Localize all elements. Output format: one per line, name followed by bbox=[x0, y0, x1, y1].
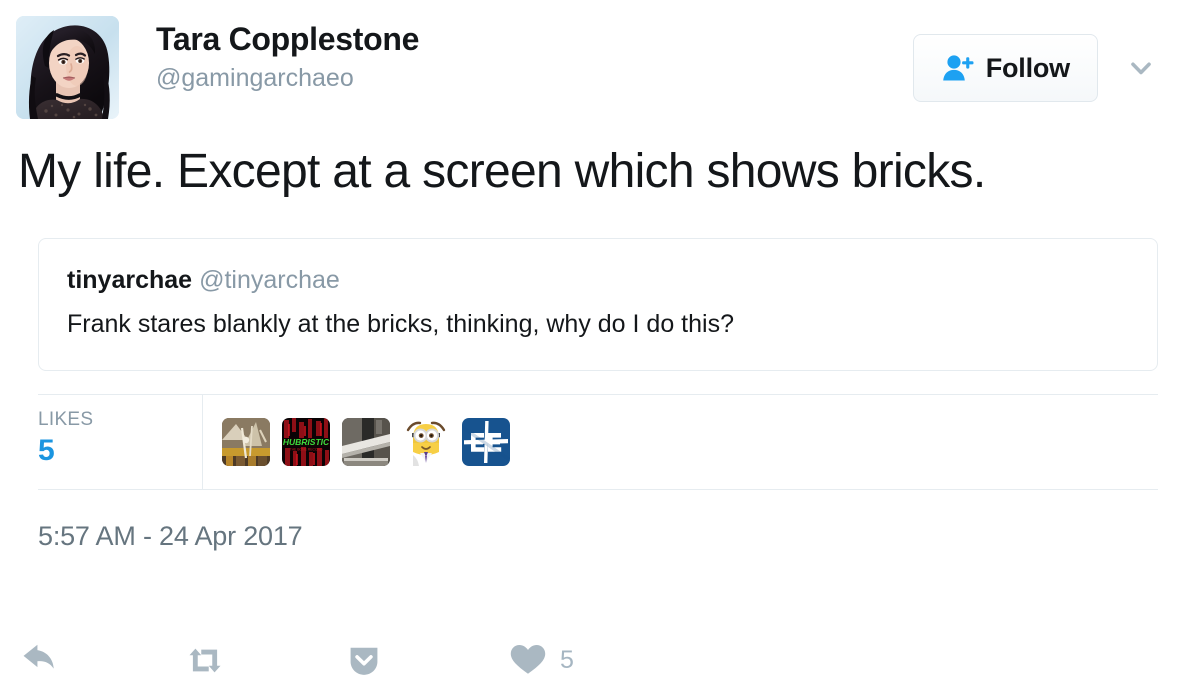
quoted-tweet-text: Frank stares blankly at the bricks, thin… bbox=[67, 309, 734, 338]
liker-avatar-hubristic[interactable]: HUBRISTIC THE BONE RECORD bbox=[282, 418, 330, 467]
person-plus-icon bbox=[942, 55, 974, 81]
avatar[interactable] bbox=[16, 16, 119, 119]
liker-avatar-ee-logo[interactable] bbox=[462, 418, 510, 467]
quoted-display-name: tinyarchae bbox=[67, 265, 193, 294]
likes-summary[interactable]: LIKES 5 bbox=[38, 395, 203, 490]
tweet-header: Tara Copplestone @gamingarchaeo Follow bbox=[16, 0, 1186, 130]
chevron-down-icon bbox=[1131, 62, 1151, 75]
more-button[interactable] bbox=[345, 634, 383, 686]
quoted-tweet-header: tinyarchae @tinyarchae bbox=[67, 265, 1129, 295]
tweet-text: My life. Except at a screen which shows … bbox=[18, 145, 986, 198]
like-count: 5 bbox=[560, 645, 574, 674]
tweet-action-bar: 5 bbox=[22, 634, 622, 686]
liker-avatar-excavation-image bbox=[222, 418, 270, 467]
liker-avatar-greyscale-object[interactable] bbox=[342, 418, 390, 467]
tweet-more-caret[interactable] bbox=[1114, 41, 1168, 95]
reply-button[interactable] bbox=[22, 634, 60, 686]
liker-avatars: HUBRISTIC THE BONE RECORD bbox=[203, 395, 510, 489]
author-handle[interactable]: @gamingarchaeo bbox=[156, 64, 419, 92]
quoted-tweet[interactable]: tinyarchae @tinyarchae Frank stares blank… bbox=[38, 237, 1158, 372]
follow-button-label: Follow bbox=[985, 52, 1070, 83]
follow-button[interactable]: Follow bbox=[912, 34, 1098, 102]
liker-avatar-excavation[interactable] bbox=[222, 418, 270, 467]
retweet-icon bbox=[189, 648, 221, 672]
liker-avatar-minion[interactable] bbox=[402, 418, 450, 467]
user-photo-avatar bbox=[16, 16, 119, 119]
like-button[interactable]: 5 bbox=[509, 634, 574, 686]
tweet-detail-card: Tara Copplestone @gamingarchaeo Follow M… bbox=[0, 0, 1202, 694]
shield-chevron-down-icon bbox=[350, 647, 378, 675]
likes-strip: LIKES 5 HUBRISTIC THE BONE RECORD bbox=[38, 394, 1158, 491]
author-display-name[interactable]: Tara Copplestone bbox=[156, 21, 419, 58]
retweet-button[interactable] bbox=[185, 634, 225, 686]
svg-text:THE BONE RECORD: THE BONE RECORD bbox=[290, 448, 324, 452]
header-actions: Follow bbox=[912, 34, 1168, 102]
quoted-handle: @tinyarchae bbox=[199, 265, 340, 294]
svg-text:HUBRISTIC: HUBRISTIC bbox=[283, 437, 330, 447]
liker-avatar-greyscale-object-image bbox=[342, 418, 390, 467]
author-name-block: Tara Copplestone @gamingarchaeo bbox=[156, 16, 419, 92]
liker-avatar-hubristic-image: HUBRISTIC THE BONE RECORD bbox=[282, 418, 330, 467]
liker-avatar-minion-image bbox=[402, 418, 450, 467]
heart-icon bbox=[510, 645, 546, 674]
likes-count: 5 bbox=[38, 434, 55, 468]
reply-arrow-icon bbox=[23, 644, 54, 669]
likes-label: LIKES bbox=[38, 409, 94, 431]
tweet-timestamp[interactable]: 5:57 AM - 24 Apr 2017 bbox=[38, 521, 303, 552]
liker-avatar-ee-logo-image bbox=[462, 418, 510, 467]
